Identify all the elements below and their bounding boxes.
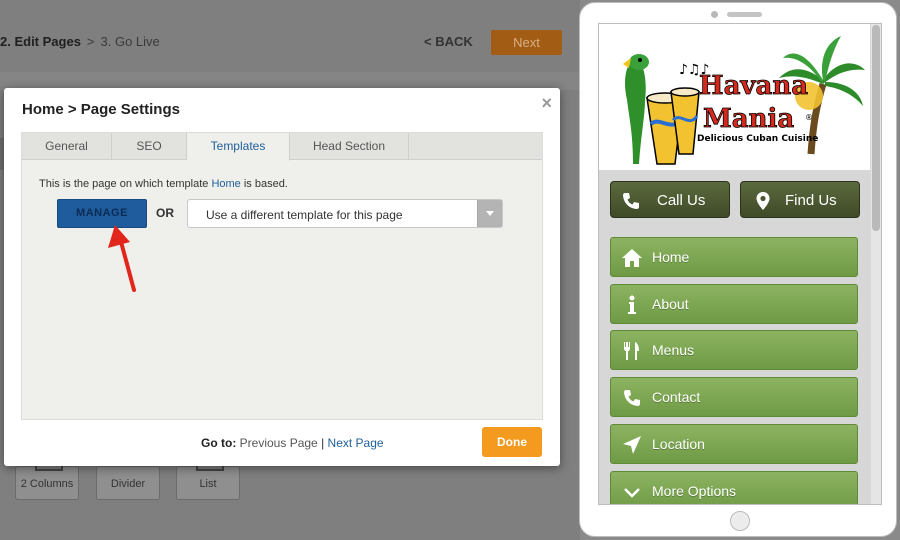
page-settings-modal: Home > Page Settings × General SEO Templ… xyxy=(4,88,560,466)
nav-item-label: Location xyxy=(652,436,705,452)
previous-page-link[interactable]: Previous Page xyxy=(240,436,318,450)
info-suffix: is based. xyxy=(240,178,288,190)
logo-line2: Mania xyxy=(703,104,794,134)
nav-item-about[interactable]: About xyxy=(610,284,858,324)
chevron-down-icon xyxy=(486,211,494,216)
nav-item-menus[interactable]: Menus xyxy=(610,330,858,370)
modal-title: Home > Page Settings xyxy=(22,101,180,118)
goto-label: Go to: xyxy=(201,436,237,450)
select-arrow-box[interactable] xyxy=(477,200,502,227)
chevron-down-icon xyxy=(624,488,640,498)
nav-item-label: Home xyxy=(652,249,690,265)
red-annotation-arrow-icon xyxy=(108,225,136,292)
nav-item-label: About xyxy=(652,296,689,312)
logo-image: ♪♫♪ Havana Mania ® Delicious Cuban Cuisi… xyxy=(623,36,865,165)
info-icon xyxy=(628,295,636,314)
goto-separator: | xyxy=(321,436,325,450)
widget-divider[interactable]: Divider xyxy=(96,466,160,500)
nav-item-contact[interactable]: Contact xyxy=(610,377,858,417)
next-button[interactable]: Next xyxy=(491,30,562,55)
done-button[interactable]: Done xyxy=(482,427,542,457)
mobile-preview-device: ♪♫♪ Havana Mania ® Delicious Cuban Cuisi… xyxy=(579,2,897,537)
widget-label: Divider xyxy=(110,478,146,490)
template-info-text: This is the page on which template Home … xyxy=(39,178,288,190)
tab-head-section[interactable]: Head Section xyxy=(290,133,409,159)
settings-tabs: General SEO Templates Head Section xyxy=(22,133,542,161)
logo-line1: Havana xyxy=(699,71,808,101)
call-us-button[interactable]: Call Us xyxy=(610,181,730,218)
home-icon xyxy=(622,249,642,267)
widget-2-columns[interactable]: 2 Columns xyxy=(15,461,79,500)
step-go-live[interactable]: 3. Go Live xyxy=(101,34,160,49)
template-select-value: Use a different template for this page xyxy=(206,208,403,222)
tab-seo[interactable]: SEO xyxy=(112,133,187,159)
settings-panel: General SEO Templates Head Section This … xyxy=(21,132,543,420)
speaker-icon xyxy=(727,12,762,17)
logo-tagline: Delicious Cuban Cuisine xyxy=(697,134,818,144)
screen-scrollbar[interactable] xyxy=(871,24,881,504)
nav-item-label: More Options xyxy=(652,483,737,499)
back-button[interactable]: < BACK xyxy=(424,34,473,49)
widget-label: 2 Columns xyxy=(20,478,74,490)
logo-registered: ® xyxy=(805,113,813,122)
nav-item-home[interactable]: Home xyxy=(610,237,858,277)
info-prefix: This is the page on which template xyxy=(39,178,212,190)
phone-icon xyxy=(624,390,640,406)
or-label: OR xyxy=(156,206,174,220)
camera-icon xyxy=(711,11,718,18)
page-navigation: Go to: Previous Page | Next Page xyxy=(201,436,384,450)
nav-item-label: Menus xyxy=(652,342,695,358)
mobile-screen: ♪♫♪ Havana Mania ® Delicious Cuban Cuisi… xyxy=(598,23,882,505)
template-select[interactable]: Use a different template for this page xyxy=(187,199,503,228)
location-arrow-icon xyxy=(623,436,641,454)
find-us-button[interactable]: Find Us xyxy=(740,181,860,218)
step-edit-pages[interactable]: 2. Edit Pages xyxy=(0,34,81,49)
widget-label: List xyxy=(199,478,217,490)
nav-item-label: Contact xyxy=(652,389,701,405)
close-icon[interactable]: × xyxy=(541,93,552,114)
phone-icon xyxy=(623,193,639,209)
find-us-label: Find Us xyxy=(785,192,837,209)
widget-list[interactable]: List xyxy=(176,461,240,500)
tab-templates[interactable]: Templates xyxy=(187,133,290,161)
nav-item-more-options[interactable]: More Options xyxy=(610,471,858,504)
fork-knife-icon xyxy=(624,342,639,360)
scrollbar-thumb[interactable] xyxy=(872,25,880,231)
nav-item-location[interactable]: Location xyxy=(610,424,858,464)
map-pin-icon xyxy=(756,192,770,210)
step-separator: > xyxy=(86,34,95,49)
device-home-button[interactable] xyxy=(730,511,750,531)
template-home-link[interactable]: Home xyxy=(211,178,240,190)
step-breadcrumb: 2. Edit Pages >3. Go Live xyxy=(0,34,160,49)
call-us-label: Call Us xyxy=(657,192,706,209)
next-page-link[interactable]: Next Page xyxy=(328,436,384,450)
tab-general[interactable]: General xyxy=(22,133,112,159)
havana-mania-logo: ♪♫♪ Havana Mania ® Delicious Cuban Cuisi… xyxy=(599,24,870,170)
